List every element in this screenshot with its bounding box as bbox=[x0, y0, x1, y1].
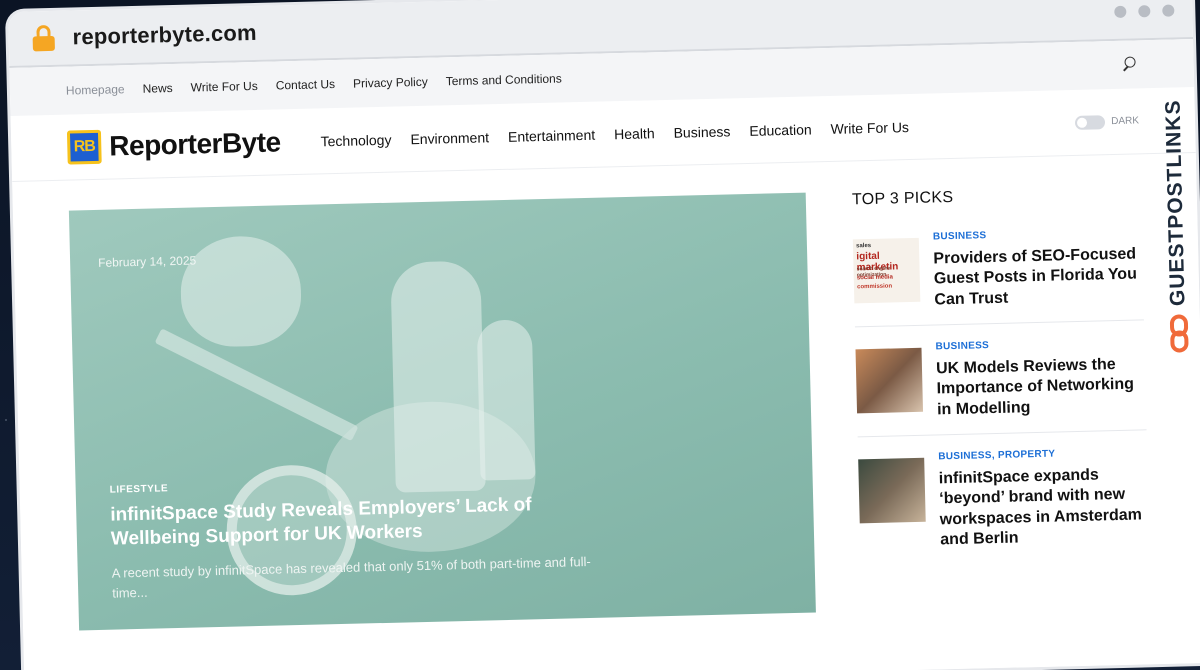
pick-item[interactable]: BUSINESS UK Models Reviews the Importanc… bbox=[855, 336, 1147, 438]
thumb-word: sales bbox=[856, 242, 872, 250]
man-figure bbox=[390, 260, 486, 493]
featured-date: February 14, 2025 bbox=[97, 253, 197, 270]
top-picks-heading: TOP 3 PICKS bbox=[851, 188, 954, 209]
nav-entertainment[interactable]: Entertainment bbox=[508, 126, 596, 144]
nav-environment[interactable]: Environment bbox=[410, 129, 489, 147]
pick-thumbnail[interactable] bbox=[858, 457, 926, 524]
lock-icon bbox=[32, 24, 55, 52]
pick-item[interactable]: BUSINESS, PROPERTY infinitSpace expands … bbox=[858, 446, 1150, 566]
site-logo[interactable]: RB ReporterByte bbox=[66, 125, 282, 165]
toggle-track[interactable] bbox=[1075, 114, 1106, 130]
pick-item[interactable]: sales igital marketin search engine opti… bbox=[852, 226, 1144, 328]
web-page: Homepage News Write For Us Contact Us Pr… bbox=[9, 39, 1200, 670]
nav-technology[interactable]: Technology bbox=[320, 131, 391, 149]
window-controls bbox=[1114, 4, 1175, 18]
logo-text: ReporterByte bbox=[108, 125, 282, 162]
featured-excerpt: A recent study by infinitSpace has revea… bbox=[111, 553, 591, 601]
window-dot[interactable] bbox=[1138, 5, 1151, 18]
toplink-terms[interactable]: Terms and Conditions bbox=[446, 71, 562, 88]
piggy-bank-figure bbox=[179, 234, 303, 348]
window-dot[interactable] bbox=[1162, 4, 1175, 17]
pick-category[interactable]: BUSINESS, PROPERTY bbox=[938, 446, 1147, 462]
badge-text: GUESTPOSTLINKS bbox=[1161, 99, 1190, 307]
pick-title[interactable]: UK Models Reviews the Importance of Netw… bbox=[936, 354, 1146, 420]
featured-title[interactable]: infinitSpace Study Reveals Employers’ La… bbox=[110, 492, 591, 551]
thumb-word: commission bbox=[857, 283, 893, 291]
browser-window: reporterbyte.com Homepage News Write For… bbox=[8, 0, 1200, 670]
thumb-word: social media bbox=[856, 274, 893, 282]
top-picks-sidebar: TOP 3 PICKS sales igital marketin search… bbox=[852, 184, 1151, 611]
pick-title[interactable]: infinitSpace expands ‘beyond’ brand with… bbox=[939, 464, 1150, 550]
main-nav: Technology Environment Entertainment Hea… bbox=[320, 119, 909, 149]
pick-category[interactable]: BUSINESS bbox=[933, 226, 1142, 242]
toplink-news[interactable]: News bbox=[142, 81, 172, 96]
address-bar-url[interactable]: reporterbyte.com bbox=[72, 20, 257, 50]
dark-toggle-label: DARK bbox=[1111, 115, 1140, 128]
nav-write-for-us[interactable]: Write For Us bbox=[830, 119, 909, 137]
pick-thumbnail[interactable]: sales igital marketin search engine opti… bbox=[852, 237, 921, 304]
featured-article[interactable]: February 14, 2025 LIFESTYLE infinitSpace… bbox=[68, 192, 817, 631]
child-figure bbox=[476, 319, 536, 481]
search-icon[interactable] bbox=[1121, 56, 1137, 72]
window-dot[interactable] bbox=[1114, 5, 1127, 18]
logo-mark: RB bbox=[66, 129, 102, 165]
pick-title[interactable]: Providers of SEO-Focused Guest Posts in … bbox=[933, 244, 1143, 310]
main-content: February 14, 2025 LIFESTYLE infinitSpace… bbox=[12, 153, 1200, 632]
dark-mode-toggle[interactable]: DARK bbox=[1075, 114, 1139, 130]
toplink-contact-us[interactable]: Contact Us bbox=[276, 77, 336, 92]
toplink-homepage[interactable]: Homepage bbox=[66, 82, 125, 97]
featured-caption: LIFESTYLE infinitSpace Study Reveals Emp… bbox=[110, 473, 593, 603]
nav-health[interactable]: Health bbox=[614, 125, 655, 142]
chain-link-icon bbox=[1168, 313, 1191, 355]
nav-education[interactable]: Education bbox=[749, 121, 812, 139]
pick-thumbnail[interactable] bbox=[855, 347, 924, 414]
toplink-privacy-policy[interactable]: Privacy Policy bbox=[353, 75, 428, 91]
pick-category[interactable]: BUSINESS bbox=[935, 336, 1144, 352]
nav-business[interactable]: Business bbox=[673, 123, 730, 140]
toplink-write-for-us[interactable]: Write For Us bbox=[190, 79, 257, 95]
